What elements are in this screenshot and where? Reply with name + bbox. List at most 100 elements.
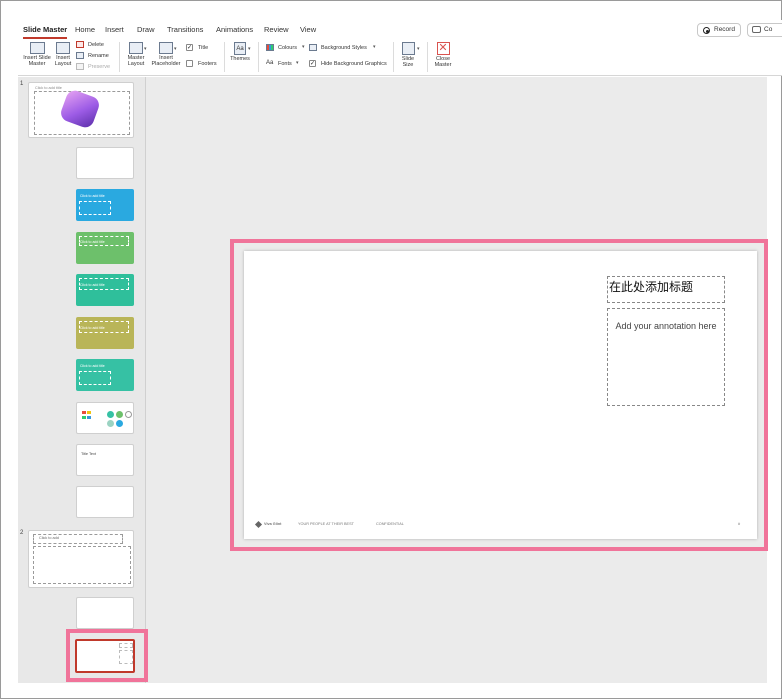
slide-size-icon [401, 42, 415, 55]
ribbon: Slide Master Home Insert Draw Transition… [18, 20, 782, 76]
divider [224, 42, 225, 72]
layout-thumbnail[interactable]: Click to add title [76, 317, 134, 349]
thumbnail-title: Click to add title [80, 364, 105, 368]
swatch-icon [87, 411, 91, 414]
slide-thumbnail-pane[interactable]: 1 Click to add title Click to add title … [18, 77, 146, 683]
divider [427, 42, 428, 72]
thumbnail-title: Click to add title [80, 194, 105, 198]
themes-button[interactable]: Aa Themes [228, 42, 252, 62]
slide-master-thumbnail[interactable]: Click to add [28, 530, 134, 588]
layout-thumbnail[interactable] [76, 147, 134, 179]
placeholder-outline [79, 201, 111, 215]
master-layout-icon [129, 42, 143, 54]
insert-placeholder-button[interactable]: Insert Placeholder [150, 42, 182, 67]
layout-thumbnail[interactable]: Click to add title [76, 189, 134, 221]
layout-thumbnail[interactable]: Click to add title [76, 274, 134, 306]
highlight-box [66, 629, 148, 682]
layout-icon [56, 42, 70, 54]
thumbnail-title: Click to add title [80, 283, 105, 287]
layout-thumbnail[interactable] [76, 402, 134, 434]
circle-icon [125, 411, 132, 418]
insert-placeholder-label: Insert Placeholder [151, 55, 181, 67]
delete-label: Delete [88, 42, 104, 48]
ribbon-tabs: Slide Master Home Insert Draw Transition… [18, 20, 782, 40]
fonts-label: Fonts [278, 61, 292, 67]
tab-review[interactable]: Review [264, 25, 289, 34]
themes-icon: Aa [234, 42, 246, 55]
thumbnail-title: Click to add title [80, 326, 105, 330]
close-master-button[interactable]: ✕ Close Master [430, 42, 456, 68]
chevron-down-icon[interactable]: ▾ [174, 46, 177, 52]
tab-draw[interactable]: Draw [137, 25, 155, 34]
checkbox-empty-icon [186, 60, 193, 67]
layout-thumbnail[interactable]: Title Text [76, 444, 134, 476]
chevron-down-icon: ▾ [373, 44, 376, 50]
checkmark-icon: ✓ [186, 44, 193, 51]
highlight-box [230, 239, 768, 551]
thumbnail-title: Click to add [39, 536, 59, 540]
insert-layout-button[interactable]: Insert Layout [53, 42, 73, 67]
circle-icon [107, 411, 114, 418]
layout-thumbnail[interactable] [76, 486, 134, 518]
slide-size-button[interactable]: Slide Size [397, 42, 419, 68]
tab-slide-master[interactable]: Slide Master [23, 25, 68, 39]
layout-thumbnail[interactable]: Click to add title [76, 359, 134, 391]
divider [258, 42, 259, 72]
swatch-icon [82, 416, 86, 419]
tab-transitions[interactable]: Transitions [167, 25, 203, 34]
rename-icon [76, 52, 84, 59]
chevron-down-icon[interactable]: ▾ [417, 46, 420, 52]
preserve-icon [76, 63, 84, 70]
chevron-down-icon[interactable]: ▾ [144, 46, 147, 52]
layout-thumbnail[interactable] [76, 597, 134, 629]
circle-icon [107, 420, 114, 427]
swatch-icon [82, 411, 86, 414]
fonts-icon: Aa [266, 60, 274, 66]
record-label: Record [714, 26, 735, 33]
master-layout-label: Master Layout [127, 55, 145, 67]
placeholder-icon [159, 42, 173, 54]
divider [119, 42, 120, 72]
thumbnail-title: Click to add title [35, 86, 62, 90]
divider [393, 42, 394, 72]
master-number: 1 [20, 81, 24, 87]
swatch-icon [87, 416, 91, 419]
background-styles-label: Background Styles [321, 45, 367, 51]
slide-master-thumbnail[interactable]: Click to add title [28, 82, 134, 138]
insert-slide-master-label: Insert Slide Master [23, 55, 51, 67]
preserve-label: Preserve [88, 64, 111, 70]
chevron-down-icon: ▾ [302, 44, 305, 50]
comments-label: Co [764, 26, 773, 33]
tab-home[interactable]: Home [75, 25, 95, 34]
tab-animations[interactable]: Animations [216, 25, 253, 34]
circle-icon [116, 420, 123, 427]
thumbnail-title: Title Text [81, 452, 96, 456]
background-styles-icon [309, 44, 317, 51]
checkmark-icon: ✓ [309, 60, 316, 67]
layout-thumbnail[interactable]: Click to add title [76, 232, 134, 264]
insert-slide-master-button[interactable]: Insert Slide Master [21, 42, 53, 67]
placeholder-outline [79, 371, 111, 385]
hide-background-graphics-label: Hide Background Graphics [321, 61, 387, 67]
thumbnail-title: Click to add title [80, 240, 105, 244]
footers-check-label: Footers [198, 61, 217, 67]
close-icon: ✕ [436, 42, 450, 55]
chevron-down-icon: ▾ [296, 60, 299, 66]
colours-icon [266, 44, 274, 51]
insert-layout-label: Insert Layout [54, 55, 72, 67]
themes-label: Themes [230, 56, 250, 62]
delete-icon [76, 41, 84, 48]
chevron-down-icon[interactable]: ▾ [248, 46, 251, 52]
content-placeholder-outline [33, 546, 131, 584]
tab-view[interactable]: View [300, 25, 316, 34]
comments-button[interactable]: Co [747, 23, 782, 37]
record-button[interactable]: Record [697, 23, 741, 37]
title-check-label: Title [198, 45, 209, 51]
slide-master-icon [29, 42, 45, 54]
rename-label: Rename [88, 53, 109, 59]
record-icon [703, 27, 710, 34]
master-number: 2 [20, 530, 24, 536]
slide-size-label: Slide Size [401, 56, 415, 68]
close-master-label: Close Master [434, 56, 452, 68]
tab-insert[interactable]: Insert [105, 25, 124, 34]
